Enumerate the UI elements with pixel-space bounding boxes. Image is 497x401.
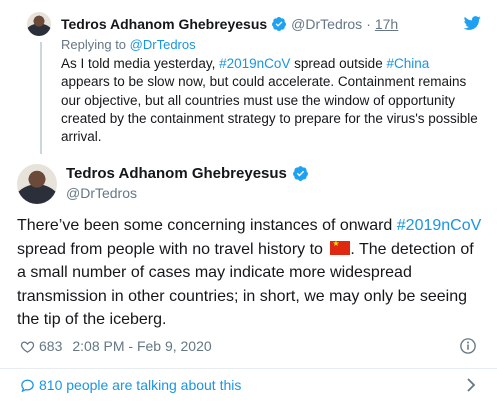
tweet-timestamp[interactable]: 2:08 PM - Feb 9, 2020 xyxy=(72,338,211,354)
hashtag-link[interactable]: #2019nCoV xyxy=(219,56,290,71)
tweet-text-part: As I told media yesterday, xyxy=(61,56,220,71)
parent-timestamp[interactable]: 17h xyxy=(375,16,398,32)
hashtag-link[interactable]: #2019nCoV xyxy=(397,217,482,234)
tweet-text-part: appears to be slow now, but could accele… xyxy=(61,74,478,145)
heart-icon[interactable] xyxy=(20,339,35,354)
tweet-meta: 683 2:08 PM - Feb 9, 2020 xyxy=(20,336,212,356)
parent-author-handle[interactable]: @DrTedros xyxy=(291,16,362,32)
parent-tweet-text: As I told media yesterday, #2019nCoV spr… xyxy=(61,55,479,146)
comment-icon xyxy=(21,379,34,392)
separator-dot: · xyxy=(366,16,371,32)
talking-about-link[interactable]: 810 people are talking about this xyxy=(20,374,483,396)
parent-avatar[interactable] xyxy=(27,12,51,36)
like-count[interactable]: 683 xyxy=(39,338,62,354)
hashtag-link[interactable]: #China xyxy=(386,56,429,71)
replying-to-mention[interactable]: @DrTedros xyxy=(130,37,196,52)
verified-badge-icon xyxy=(272,17,287,31)
verified-badge-icon xyxy=(292,166,308,181)
parent-header: Tedros Adhanom Ghebreyesus @DrTedros · 1… xyxy=(61,14,487,34)
replying-to-label: Replying to @DrTedros xyxy=(61,37,196,52)
main-avatar[interactable] xyxy=(17,164,57,204)
main-author-name[interactable]: Tedros Adhanom Ghebreyesus xyxy=(66,165,287,182)
china-flag-emoji xyxy=(330,239,351,255)
info-icon[interactable] xyxy=(459,337,477,355)
divider xyxy=(0,368,497,369)
main-author-handle[interactable]: @DrTedros xyxy=(66,185,137,201)
parent-author-name[interactable]: Tedros Adhanom Ghebreyesus xyxy=(61,16,267,32)
tweet-text-part: spread from people with no travel histor… xyxy=(17,240,328,258)
talking-about-label: 810 people are talking about this xyxy=(39,377,242,393)
main-tweet-text: There’ve been some concerning instances … xyxy=(17,214,487,332)
twitter-bird-icon[interactable] xyxy=(461,14,483,32)
chevron-right-icon[interactable] xyxy=(465,377,477,393)
tweet-text-part: There’ve been some concerning instances … xyxy=(17,217,397,234)
main-author-row: Tedros Adhanom Ghebreyesus xyxy=(66,165,309,182)
tweet-text-part: spread outside xyxy=(290,56,387,71)
thread-connector-line xyxy=(40,42,42,154)
